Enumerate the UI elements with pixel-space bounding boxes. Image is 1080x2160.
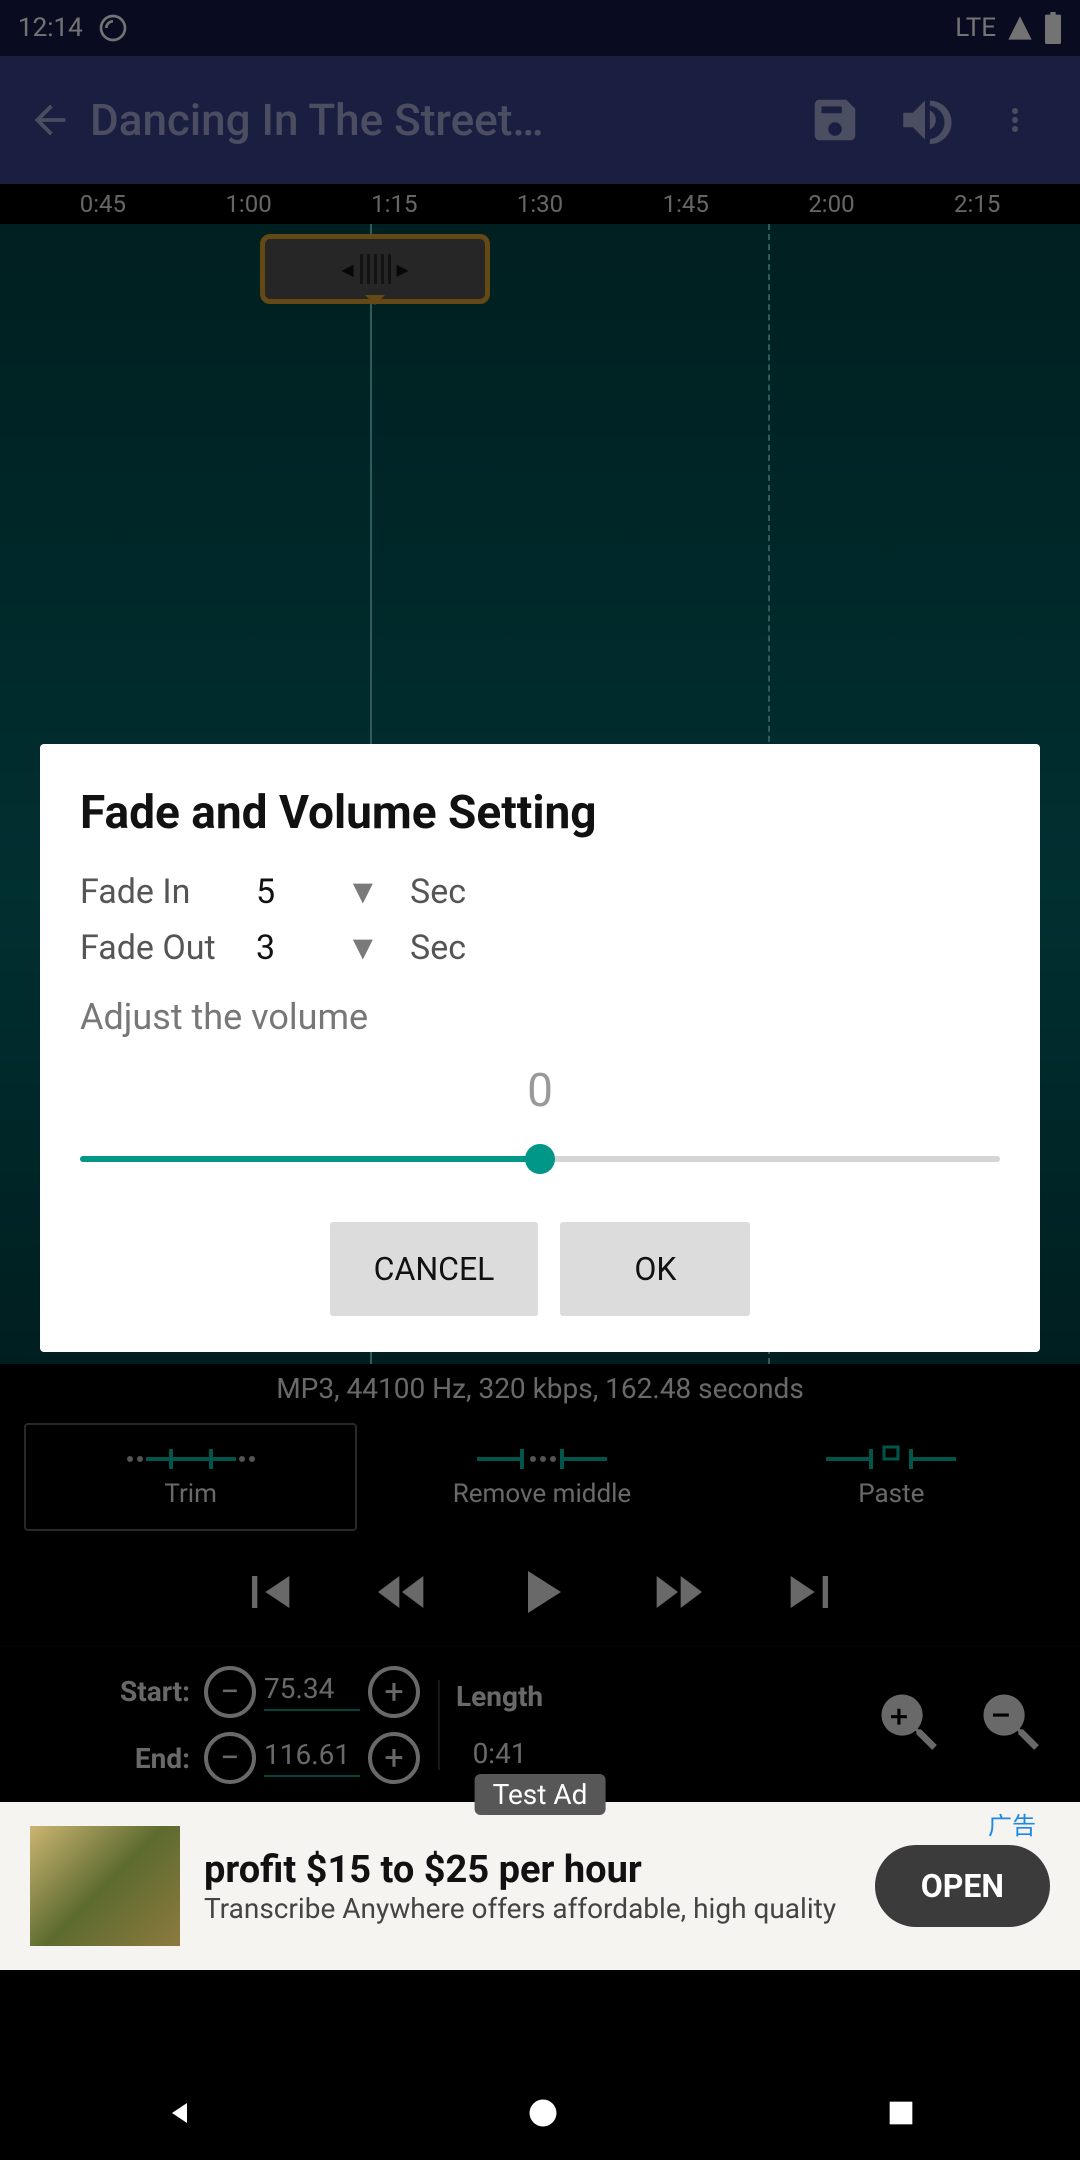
- nav-home-icon: [525, 2095, 561, 2131]
- dropdown-arrow-icon[interactable]: ▼: [346, 872, 386, 912]
- slider-thumb[interactable]: [525, 1144, 555, 1174]
- fade-in-dropdown-value[interactable]: 5: [256, 872, 346, 912]
- dropdown-arrow-icon[interactable]: ▼: [346, 928, 386, 968]
- system-nav-bar: [0, 2070, 1080, 2160]
- ad-subline: Transcribe Anywhere offers affordable, h…: [204, 1892, 851, 1925]
- volume-adjust-label: Adjust the volume: [80, 996, 1000, 1038]
- ad-headline: profit $15 to $25 per hour: [204, 1848, 851, 1892]
- ad-thumbnail: [30, 1826, 180, 1946]
- volume-slider[interactable]: [80, 1144, 1000, 1174]
- fade-out-dropdown-value[interactable]: 3: [256, 928, 346, 968]
- ad-test-badge: Test Ad: [475, 1774, 606, 1815]
- fade-out-unit: Sec: [410, 928, 466, 968]
- fade-volume-dialog: Fade and Volume Setting Fade In 5 ▼ Sec …: [40, 744, 1040, 1352]
- ad-language-tag: 广告: [988, 1806, 1036, 1841]
- fade-out-label: Fade Out: [80, 928, 256, 968]
- volume-value: 0: [80, 1064, 1000, 1118]
- nav-recent-button[interactable]: [884, 2096, 918, 2134]
- fade-in-label: Fade In: [80, 872, 256, 912]
- ad-banner[interactable]: Test Ad 广告 ✕ profit $15 to $25 per hour …: [0, 1802, 1080, 1970]
- nav-home-button[interactable]: [525, 2095, 561, 2135]
- nav-recent-icon: [884, 2096, 918, 2130]
- nav-back-button[interactable]: [162, 2093, 202, 2137]
- fade-in-row: Fade In 5 ▼ Sec: [80, 864, 1000, 920]
- cancel-button[interactable]: CANCEL: [330, 1222, 539, 1316]
- fade-out-row: Fade Out 3 ▼ Sec: [80, 920, 1000, 976]
- fade-in-unit: Sec: [410, 872, 466, 912]
- nav-back-icon: [162, 2093, 202, 2133]
- ok-button[interactable]: OK: [560, 1222, 750, 1316]
- ad-open-button[interactable]: OPEN: [875, 1845, 1050, 1927]
- dialog-title: Fade and Volume Setting: [80, 786, 1000, 840]
